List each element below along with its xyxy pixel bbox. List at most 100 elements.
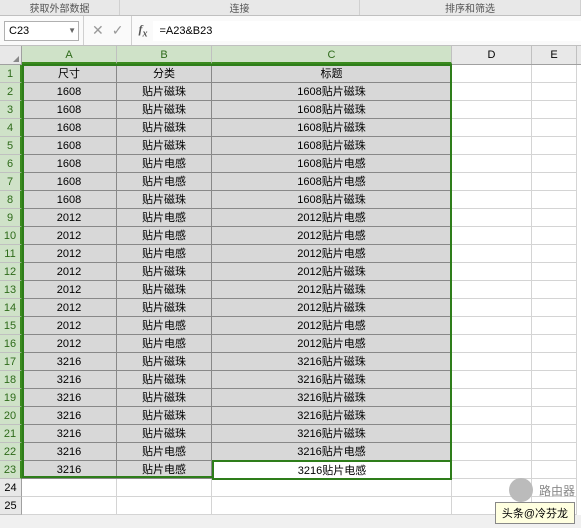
cell[interactable]: 2012 — [22, 263, 117, 281]
row-header[interactable]: 17 — [0, 353, 22, 371]
row-header[interactable]: 24 — [0, 479, 22, 497]
cell[interactable] — [212, 497, 452, 515]
cell[interactable]: 贴片磁珠 — [117, 425, 212, 443]
col-header-B[interactable]: B — [117, 46, 212, 64]
cell[interactable]: 2012贴片磁珠 — [212, 281, 452, 299]
row-header[interactable]: 19 — [0, 389, 22, 407]
cell[interactable]: 贴片电感 — [117, 461, 212, 479]
cell[interactable]: 3216 — [22, 407, 117, 425]
cell[interactable]: 贴片电感 — [117, 227, 212, 245]
cell[interactable] — [532, 227, 577, 245]
cell[interactable] — [532, 443, 577, 461]
cell[interactable] — [532, 317, 577, 335]
cell[interactable] — [532, 137, 577, 155]
row-header[interactable]: 16 — [0, 335, 22, 353]
cell[interactable]: 3216贴片磁珠 — [212, 425, 452, 443]
cell[interactable] — [532, 263, 577, 281]
cell[interactable]: 贴片磁珠 — [117, 119, 212, 137]
cell[interactable] — [452, 317, 532, 335]
row-header[interactable]: 15 — [0, 317, 22, 335]
row-header[interactable]: 23 — [0, 461, 22, 479]
cell[interactable]: 2012贴片电感 — [212, 317, 452, 335]
cell[interactable]: 贴片磁珠 — [117, 191, 212, 209]
cell[interactable]: 2012 — [22, 335, 117, 353]
cell[interactable]: 3216 — [22, 371, 117, 389]
cell[interactable]: 贴片磁珠 — [117, 263, 212, 281]
cell[interactable] — [532, 299, 577, 317]
cell[interactable] — [117, 479, 212, 497]
cell[interactable]: 1608贴片磁珠 — [212, 119, 452, 137]
cell[interactable]: 1608贴片磁珠 — [212, 191, 452, 209]
cell[interactable] — [532, 407, 577, 425]
row-header[interactable]: 25 — [0, 497, 22, 515]
cell[interactable]: 贴片电感 — [117, 209, 212, 227]
cell[interactable] — [452, 389, 532, 407]
cell[interactable]: 1608 — [22, 101, 117, 119]
cell[interactable]: 尺寸 — [22, 65, 117, 83]
cell[interactable] — [452, 299, 532, 317]
cell[interactable]: 贴片电感 — [117, 317, 212, 335]
fx-icon[interactable]: fx — [132, 22, 153, 39]
cell[interactable]: 贴片磁珠 — [117, 299, 212, 317]
cell[interactable]: 贴片磁珠 — [117, 137, 212, 155]
col-header-D[interactable]: D — [452, 46, 532, 64]
cell[interactable]: 分类 — [117, 65, 212, 83]
cell[interactable]: 贴片磁珠 — [117, 281, 212, 299]
cell[interactable] — [452, 245, 532, 263]
cell[interactable]: 贴片电感 — [117, 173, 212, 191]
cell[interactable] — [532, 281, 577, 299]
cell[interactable] — [452, 443, 532, 461]
cell[interactable] — [532, 101, 577, 119]
cell[interactable]: 2012贴片电感 — [212, 245, 452, 263]
cell[interactable]: 3216贴片磁珠 — [212, 407, 452, 425]
row-header[interactable]: 2 — [0, 83, 22, 101]
cell[interactable]: 3216贴片电感 — [212, 443, 452, 461]
row-header[interactable]: 22 — [0, 443, 22, 461]
cell[interactable] — [452, 371, 532, 389]
cell[interactable]: 标题 — [212, 65, 452, 83]
cell[interactable] — [532, 335, 577, 353]
cell[interactable] — [452, 155, 532, 173]
cell[interactable] — [452, 227, 532, 245]
cell[interactable]: 1608贴片电感 — [212, 173, 452, 191]
cell[interactable] — [452, 479, 532, 497]
cell[interactable]: 贴片磁珠 — [117, 371, 212, 389]
cell[interactable]: 1608 — [22, 191, 117, 209]
cell[interactable] — [532, 119, 577, 137]
cell[interactable] — [532, 461, 577, 479]
row-header[interactable]: 12 — [0, 263, 22, 281]
cell[interactable]: 2012贴片电感 — [212, 227, 452, 245]
cell[interactable]: 3216 — [22, 389, 117, 407]
row-header[interactable]: 10 — [0, 227, 22, 245]
row-header[interactable]: 9 — [0, 209, 22, 227]
row-header[interactable]: 14 — [0, 299, 22, 317]
cell[interactable]: 贴片电感 — [117, 335, 212, 353]
cell[interactable] — [452, 191, 532, 209]
cell[interactable] — [452, 173, 532, 191]
cancel-icon[interactable]: ✕ — [92, 22, 104, 39]
cell[interactable]: 1608贴片磁珠 — [212, 101, 452, 119]
cell[interactable]: 贴片磁珠 — [117, 407, 212, 425]
cell[interactable]: 3216 — [22, 461, 117, 479]
cell[interactable] — [452, 425, 532, 443]
cell[interactable]: 3216 — [22, 353, 117, 371]
cell[interactable]: 2012贴片电感 — [212, 209, 452, 227]
cell[interactable]: 3216贴片磁珠 — [212, 353, 452, 371]
cell[interactable] — [22, 479, 117, 497]
row-header[interactable]: 4 — [0, 119, 22, 137]
cell[interactable]: 1608 — [22, 119, 117, 137]
row-header[interactable]: 18 — [0, 371, 22, 389]
cell[interactable] — [532, 479, 577, 497]
cell[interactable]: 1608贴片磁珠 — [212, 83, 452, 101]
cell[interactable]: 贴片电感 — [117, 443, 212, 461]
cell[interactable] — [452, 263, 532, 281]
cell[interactable]: 3216贴片电感 — [212, 461, 452, 479]
cell[interactable] — [452, 335, 532, 353]
cell[interactable]: 2012 — [22, 299, 117, 317]
cell[interactable] — [532, 425, 577, 443]
cell[interactable] — [452, 137, 532, 155]
cell[interactable] — [532, 371, 577, 389]
row-header[interactable]: 1 — [0, 65, 22, 83]
row-header[interactable]: 5 — [0, 137, 22, 155]
cell[interactable]: 贴片磁珠 — [117, 353, 212, 371]
